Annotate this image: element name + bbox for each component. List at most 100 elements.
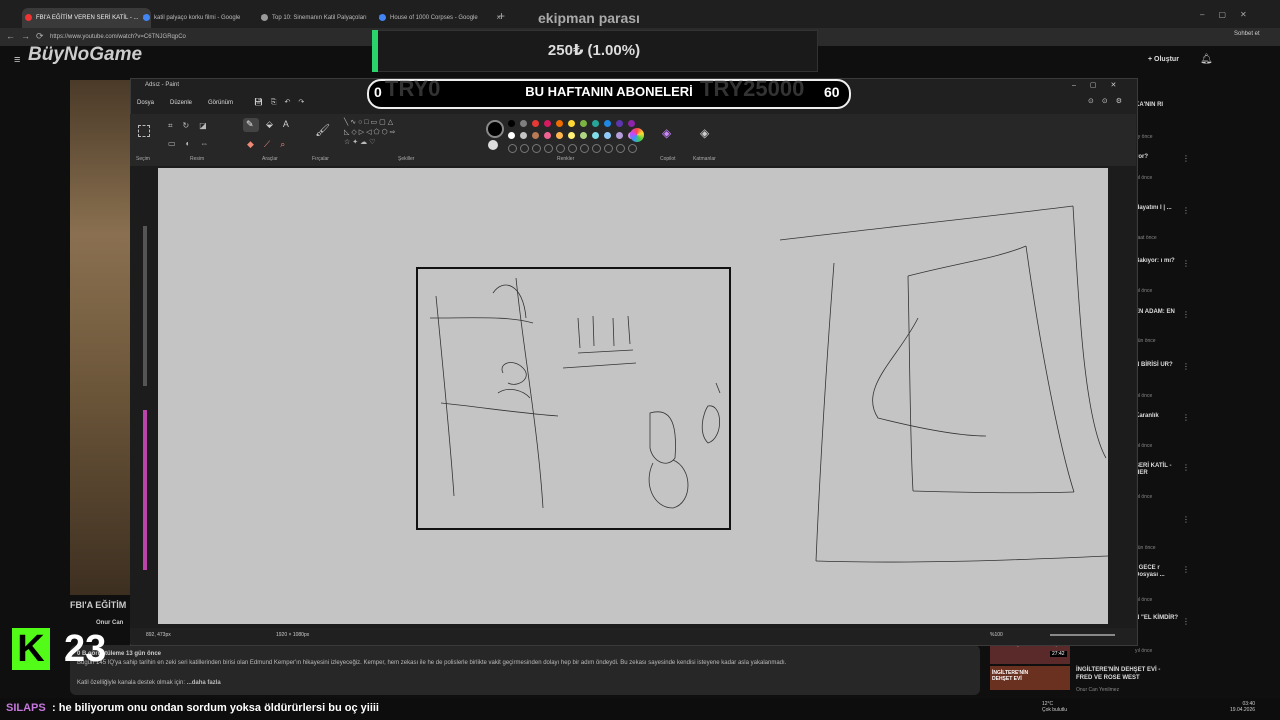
related-title[interactable]: KA'NIN RI bbox=[1135, 102, 1180, 109]
tab-top10[interactable]: Top 10: Sinemanın Katil Palyaçoları × bbox=[258, 8, 387, 28]
related-title[interactable]: N "EL KİMDİR? bbox=[1135, 615, 1180, 622]
paint-window-controls[interactable]: –▢✕ bbox=[1072, 81, 1130, 89]
empty-swatch[interactable] bbox=[508, 144, 517, 153]
resize-icon[interactable]: ▭◐⇔ bbox=[168, 139, 218, 148]
more-options-icon[interactable]: ⋮ bbox=[1182, 463, 1190, 472]
channel-name[interactable]: Onur Can bbox=[96, 620, 123, 626]
palette-swatch[interactable] bbox=[556, 120, 563, 127]
window-controls[interactable]: –▢✕ bbox=[1200, 10, 1261, 19]
palette-swatch[interactable] bbox=[628, 120, 635, 127]
suggested-title[interactable]: İNGİLTERE'NİN DEHŞET EVİ - FRED VE ROSE … bbox=[1076, 666, 1176, 682]
palette-swatch[interactable] bbox=[532, 120, 539, 127]
zoom-level[interactable]: %100 bbox=[990, 632, 1003, 638]
palette-swatch[interactable] bbox=[508, 132, 515, 139]
more-options-icon[interactable]: ⋮ bbox=[1182, 154, 1190, 163]
related-title[interactable]: N BİRİSİ UR? bbox=[1135, 362, 1180, 369]
eraser-picker-zoom-icons[interactable]: ◆⟋⌕ bbox=[247, 139, 295, 150]
url-input[interactable]: https://www.youtube.com/watch?v=C6TNJGRq… bbox=[50, 31, 350, 43]
empty-swatch[interactable] bbox=[556, 144, 565, 153]
show-more[interactable]: ...daha fazla bbox=[187, 680, 221, 686]
fill-text-icons[interactable]: ⬙A bbox=[266, 119, 299, 130]
palette-swatch[interactable] bbox=[616, 132, 623, 139]
color1-swatch[interactable] bbox=[486, 120, 504, 138]
menu-edit[interactable]: Düzenle bbox=[170, 100, 192, 106]
subs-title: BU HAFTANIN ABONELERİ bbox=[525, 84, 693, 99]
related-title[interactable]: Hayatını I | ... bbox=[1135, 205, 1180, 212]
bell-icon[interactable]: 🔔︎ bbox=[1200, 54, 1213, 65]
layers-icon[interactable]: ◈ bbox=[700, 126, 709, 140]
palette-swatch[interactable] bbox=[520, 120, 527, 127]
taskbar-weather[interactable]: 12°C Çok bulutlu bbox=[1042, 701, 1067, 713]
color2-swatch[interactable] bbox=[488, 140, 498, 150]
palette-swatch[interactable] bbox=[532, 132, 539, 139]
empty-swatch[interactable] bbox=[592, 144, 601, 153]
new-tab-button[interactable]: + bbox=[498, 9, 505, 23]
empty-swatch[interactable] bbox=[580, 144, 589, 153]
chat-username: SILAPS bbox=[6, 702, 46, 714]
shapes-gallery-icon[interactable]: ╲∿○□▭▢△ ◺◇▷◁⬠⬡⇨ ☆✦☁♡ bbox=[344, 118, 424, 156]
opacity-slider[interactable] bbox=[143, 410, 147, 570]
palette-swatch[interactable] bbox=[568, 120, 575, 127]
palette-swatch[interactable] bbox=[556, 132, 563, 139]
video-thumbnail[interactable]: İNGİLTERE'NİN DEHŞET EVİ bbox=[990, 666, 1070, 690]
empty-swatch[interactable] bbox=[544, 144, 553, 153]
palette-swatch[interactable] bbox=[520, 132, 527, 139]
more-options-icon[interactable]: ⋮ bbox=[1182, 206, 1190, 215]
chat-button[interactable]: Sohbet et bbox=[1234, 31, 1260, 37]
drawing-canvas[interactable] bbox=[158, 168, 1108, 624]
palette-swatch[interactable] bbox=[544, 132, 551, 139]
description-box[interactable] bbox=[70, 645, 980, 695]
create-button[interactable]: + Oluştur bbox=[1148, 56, 1179, 63]
tab-youtube[interactable]: FBI'A EĞİTİM VEREN SERİ KATİL - ... × bbox=[22, 8, 151, 28]
video-frame[interactable] bbox=[70, 80, 130, 595]
related-title[interactable]: - GECE r Dosyası ... bbox=[1135, 565, 1180, 579]
menu-icon[interactable]: ≡ bbox=[14, 54, 20, 66]
suggested-channel[interactable]: Onur Can Yenilmez bbox=[1076, 687, 1119, 693]
palette-swatch[interactable] bbox=[580, 120, 587, 127]
palette-swatch[interactable] bbox=[592, 132, 599, 139]
settings-icon[interactable]: ⊙⊙⚙︎ bbox=[1088, 97, 1130, 105]
palette-swatch[interactable] bbox=[580, 132, 587, 139]
edit-colors-icon[interactable] bbox=[630, 128, 644, 142]
quick-actions[interactable]: 💾︎⎘↶↷ bbox=[254, 98, 312, 107]
related-title[interactable]: Bakıyor: ı mı? bbox=[1135, 258, 1180, 265]
palette-swatch[interactable] bbox=[544, 120, 551, 127]
group-shapes: Şekiller bbox=[398, 156, 415, 162]
brush-size-slider[interactable] bbox=[143, 226, 147, 386]
palette-swatch[interactable] bbox=[592, 120, 599, 127]
empty-swatch[interactable] bbox=[532, 144, 541, 153]
nav-buttons[interactable]: ←→⟳ bbox=[6, 31, 50, 42]
empty-swatch[interactable] bbox=[568, 144, 577, 153]
select-icon[interactable] bbox=[138, 125, 150, 137]
related-title[interactable]: Karanlık bbox=[1135, 413, 1180, 420]
more-options-icon[interactable]: ⋮ bbox=[1182, 310, 1190, 319]
tab-google-2[interactable]: House of 1000 Corpses - Google × bbox=[376, 8, 505, 28]
empty-swatch[interactable] bbox=[520, 144, 529, 153]
menu-file[interactable]: Dosya bbox=[137, 100, 154, 106]
crop-rotate-icon[interactable]: ⌗↻◪ bbox=[168, 121, 217, 131]
empty-swatch[interactable] bbox=[628, 144, 637, 153]
more-options-icon[interactable]: ⋮ bbox=[1182, 413, 1190, 422]
more-options-icon[interactable]: ⋮ bbox=[1182, 515, 1190, 524]
brush-icon[interactable]: 🖌︎ bbox=[315, 123, 330, 137]
palette-swatch[interactable] bbox=[508, 120, 515, 127]
palette-swatch[interactable] bbox=[604, 132, 611, 139]
taskbar-clock[interactable]: 03:40 19.04.2026 bbox=[1230, 701, 1255, 713]
more-options-icon[interactable]: ⋮ bbox=[1182, 362, 1190, 371]
tab-google-1[interactable]: katil palyaço korku filmi - Google × bbox=[140, 8, 269, 28]
more-options-icon[interactable]: ⋮ bbox=[1182, 259, 1190, 268]
more-options-icon[interactable]: ⋮ bbox=[1182, 565, 1190, 574]
menu-view[interactable]: Görünüm bbox=[208, 100, 233, 106]
related-title[interactable]: SERİ KATİL - HER bbox=[1135, 463, 1180, 477]
empty-swatch[interactable] bbox=[604, 144, 613, 153]
related-title[interactable]: EN ADAM: EN bbox=[1135, 309, 1180, 316]
more-options-icon[interactable]: ⋮ bbox=[1182, 617, 1190, 626]
empty-swatch[interactable] bbox=[616, 144, 625, 153]
pencil-icon[interactable]: ✎ bbox=[246, 119, 254, 130]
related-title[interactable]: yor? bbox=[1135, 154, 1180, 161]
palette-swatch[interactable] bbox=[616, 120, 623, 127]
zoom-slider[interactable] bbox=[1050, 634, 1115, 636]
palette-swatch[interactable] bbox=[568, 132, 575, 139]
copilot-icon[interactable]: ◈ bbox=[662, 126, 671, 140]
palette-swatch[interactable] bbox=[604, 120, 611, 127]
